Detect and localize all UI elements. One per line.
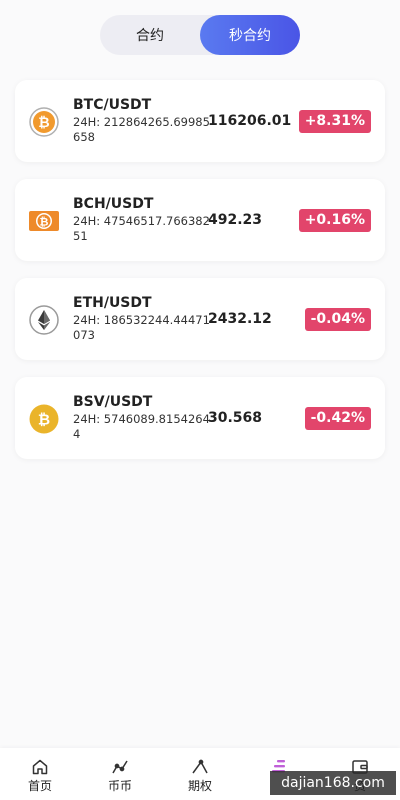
contract-type-tabs: 合约 秒合约 xyxy=(100,15,300,55)
market-card-btc[interactable]: ₿ BTC/USDT 24H: 212864265.69985658 11620… xyxy=(15,80,385,162)
market-list: ₿ BTC/USDT 24H: 212864265.69985658 11620… xyxy=(15,80,385,476)
page: 合约 秒合约 ₿ BTC/USDT 24H: 212864265.6998565… xyxy=(0,0,400,800)
coin-info: BCH/USDT 24H: 47546517.76638251 xyxy=(73,195,213,244)
pair-name: ETH/USDT xyxy=(73,295,152,311)
volume-24h: 24H: 47546517.76638251 xyxy=(73,214,210,243)
market-card-eth[interactable]: ETH/USDT 24H: 186532244.44471073 2432.12… xyxy=(15,278,385,360)
change-badge: -0.42% xyxy=(304,407,371,430)
coin-info: ETH/USDT 24H: 186532244.44471073 xyxy=(73,294,213,343)
volume-24h: 24H: 186532244.44471073 xyxy=(73,313,210,342)
volume-24h: 24H: 212864265.69985658 xyxy=(73,115,210,144)
coin-info: BTC/USDT 24H: 212864265.69985658 xyxy=(73,96,213,145)
change-badge: +0.16% xyxy=(298,209,371,232)
tab-seconds-contract[interactable]: 秒合约 xyxy=(200,15,300,55)
pair-name: BTC/USDT xyxy=(73,97,152,113)
tab-contract[interactable]: 合约 xyxy=(100,15,200,55)
nav-options[interactable]: 期权 xyxy=(160,748,240,800)
market-card-bch[interactable]: ₿ BCH/USDT 24H: 47546517.76638251 492.23… xyxy=(15,179,385,261)
nav-label: 期权 xyxy=(187,779,212,793)
pair-name: BSV/USDT xyxy=(73,394,153,410)
last-price: 116206.01 xyxy=(208,113,292,129)
svg-text:₿: ₿ xyxy=(38,411,50,429)
nav-home[interactable]: 首页 xyxy=(0,748,80,800)
last-price: 2432.12 xyxy=(208,311,272,327)
bitcoin-icon: ₿ xyxy=(29,107,59,137)
volume-24h: 24H: 5746089.81542644 xyxy=(73,412,210,441)
bitcoin-sv-icon: ₿ xyxy=(29,404,59,434)
svg-text:₿: ₿ xyxy=(40,216,49,229)
change-badge: +8.31% xyxy=(298,110,371,133)
market-card-bsv[interactable]: ₿ BSV/USDT 24H: 5746089.81542644 30.568 … xyxy=(15,377,385,459)
trade-icon xyxy=(111,758,129,776)
nav-label: 首页 xyxy=(27,779,52,793)
watermark: dajian168.com xyxy=(270,771,396,795)
nav-label: 币币 xyxy=(107,779,132,793)
home-icon xyxy=(31,758,49,776)
options-icon xyxy=(191,758,209,776)
nav-trade[interactable]: 币币 xyxy=(80,748,160,800)
change-badge: -0.04% xyxy=(304,308,371,331)
svg-text:₿: ₿ xyxy=(38,115,49,131)
last-price: 30.568 xyxy=(208,410,263,426)
bitcoin-cash-icon: ₿ xyxy=(29,206,59,236)
last-price: 492.23 xyxy=(208,212,263,228)
coin-info: BSV/USDT 24H: 5746089.81542644 xyxy=(73,393,213,442)
pair-name: BCH/USDT xyxy=(73,196,154,212)
ethereum-icon xyxy=(29,305,59,335)
